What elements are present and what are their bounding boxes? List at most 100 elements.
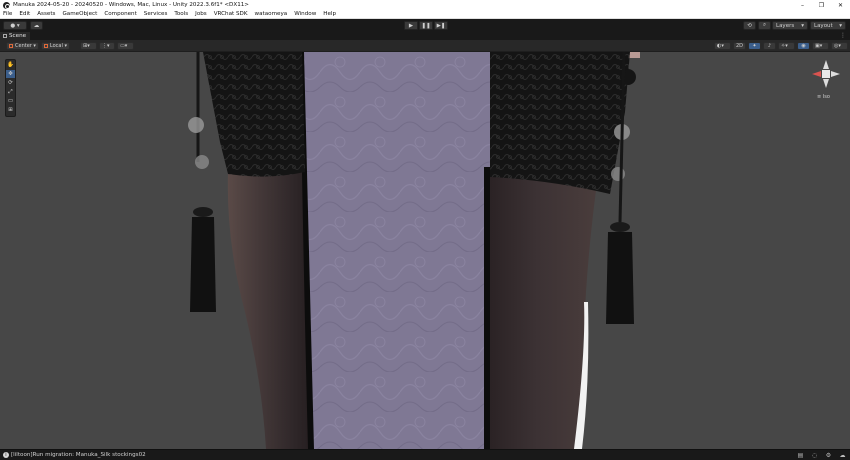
pivot-dropdown[interactable]: Center ▾ <box>6 42 39 50</box>
pause-button[interactable]: ❚❚ <box>419 21 433 30</box>
account-dropdown-icon: ▾ <box>16 22 20 29</box>
2d-label: 2D <box>735 43 744 49</box>
view-options-icon: ▭ <box>120 43 125 49</box>
rect-tool[interactable]: ▭ <box>6 97 15 105</box>
eye-icon: ◉ <box>801 43 806 49</box>
scene-tab-label: Scene <box>9 33 27 39</box>
audio-icon: ♪ <box>767 43 772 49</box>
view-options-button[interactable]: ▭ ▾ <box>117 42 134 50</box>
search-button[interactable]: ⌕ <box>758 21 771 30</box>
maximize-button[interactable]: ❐ <box>812 0 831 10</box>
left-lace-band <box>203 52 305 177</box>
rect-icon: ▭ <box>7 98 14 104</box>
chevron-down-icon: ▾ <box>839 22 842 29</box>
menu-bar: File Edit Assets GameObject Component Se… <box>0 10 850 19</box>
progress-icon[interactable]: ◌ <box>811 452 818 459</box>
orientation-gizmo[interactable] <box>812 60 840 88</box>
tab-scene[interactable]: Scene <box>0 32 30 40</box>
play-button[interactable]: ▶ <box>404 21 418 30</box>
right-piping <box>484 167 490 449</box>
history-button[interactable]: ⟲ <box>743 21 756 30</box>
shading-icon: ◐ <box>717 43 722 49</box>
visibility-toggle[interactable]: ◉ <box>797 42 810 50</box>
window-title-bar: Manuka 2024-05-20 - 20240520 - Windows, … <box>0 0 850 10</box>
gizmos-button[interactable]: ◎ ▾ <box>831 42 848 50</box>
dress-center-panel <box>302 52 490 449</box>
status-message[interactable]: [liltoon]Run migration: Manuka_Silk stoc… <box>11 452 146 458</box>
grid-snap-button[interactable]: ⊞ ▾ <box>80 42 97 50</box>
transform-tool[interactable]: ⊞ <box>6 106 15 114</box>
menu-wataomeya[interactable]: wataomeya <box>255 11 288 17</box>
menu-component[interactable]: Component <box>104 11 136 17</box>
2d-toggle[interactable]: 2D <box>733 42 746 50</box>
cloud-icon: ☁ <box>33 22 40 29</box>
menu-gameobject[interactable]: GameObject <box>62 11 97 17</box>
status-bar: i [liltoon]Run migration: Manuka_Silk st… <box>0 449 850 460</box>
effects-icon: ✧ <box>781 43 786 49</box>
scene-render <box>188 52 840 449</box>
effects-button[interactable]: ✧ ▾ <box>778 42 795 50</box>
collab-icon[interactable]: ☁ <box>839 452 846 459</box>
scale-tool[interactable]: ⤢ <box>6 88 15 96</box>
scale-icon: ⤢ <box>8 88 13 95</box>
audio-toggle[interactable]: ♪ <box>763 42 776 50</box>
scene-toolbar: Center ▾ Local ▾ ⊞ ▾ ⋮ ▾ ▭ ▾ ◐ ▾ 2D ✦ ♪ ✧ ▾ ◉… <box>0 40 850 52</box>
pivot-icon <box>9 44 13 48</box>
rotate-tool[interactable]: ⟳ <box>6 79 15 87</box>
cache-server-icon[interactable]: ▤ <box>797 452 804 459</box>
playmode-controls: ▶ ❚❚ ▶❚ <box>404 21 449 30</box>
cloud-button[interactable]: ☁ <box>30 21 43 30</box>
debug-icon[interactable]: ⚙ <box>825 452 832 459</box>
hand-icon: ✋ <box>7 62 14 68</box>
main-toolbar: ● ▾ ☁ ▶ ❚❚ ▶❚ ⟲ ⌕ Layers ▾ Layout ▾ <box>0 19 850 32</box>
menu-services[interactable]: Services <box>144 11 168 17</box>
account-button[interactable]: ● ▾ <box>3 21 27 30</box>
menu-assets[interactable]: Assets <box>37 11 55 17</box>
menu-file[interactable]: File <box>3 11 12 17</box>
menu-jobs[interactable]: Jobs <box>195 11 207 17</box>
layers-dropdown[interactable]: Layers ▾ <box>772 21 808 30</box>
menu-vrchat-sdk[interactable]: VRChat SDK <box>214 11 248 17</box>
close-button[interactable]: ✕ <box>831 0 850 10</box>
account-icon: ● <box>10 22 16 29</box>
snap-increment-button[interactable]: ⋮ ▾ <box>99 42 115 50</box>
layout-dropdown[interactable]: Layout ▾ <box>810 21 846 30</box>
move-icon: ✥ <box>8 71 13 77</box>
move-tool[interactable]: ✥ <box>6 70 15 78</box>
right-lace-band <box>490 52 630 194</box>
hand-tool[interactable]: ✋ <box>6 61 15 69</box>
menu-window[interactable]: Window <box>294 11 316 17</box>
menu-edit[interactable]: Edit <box>19 11 30 17</box>
camera-icon: ▣ <box>815 43 820 49</box>
info-icon: i <box>3 452 9 458</box>
gizmo-icon: ◎ <box>834 43 839 49</box>
lighting-toggle[interactable]: ✦ <box>748 42 761 50</box>
tab-menu-icon[interactable]: ⋮ <box>840 32 846 39</box>
draw-mode-button[interactable]: ◐ ▾ <box>714 42 731 50</box>
space-icon <box>44 44 48 48</box>
transform-icon: ⊞ <box>8 107 13 113</box>
layout-label: Layout <box>814 22 833 29</box>
menu-tools[interactable]: Tools <box>174 11 188 17</box>
space-label: Local <box>49 43 63 49</box>
tool-palette: ✋ ✥ ⟳ ⤢ ▭ ⊞ <box>5 59 16 117</box>
search-icon: ⌕ <box>762 22 767 28</box>
left-bead-1 <box>188 117 204 133</box>
minimize-button[interactable]: – <box>793 0 812 10</box>
history-icon: ⟲ <box>747 22 752 29</box>
space-dropdown[interactable]: Local ▾ <box>41 42 70 50</box>
scene-icon <box>3 34 7 38</box>
menu-help[interactable]: Help <box>323 11 336 17</box>
right-tassel <box>606 232 634 324</box>
window-controls: – ❐ ✕ <box>793 0 850 10</box>
camera-button[interactable]: ▣ ▾ <box>812 42 829 50</box>
status-icons: ▤ ◌ ⚙ ☁ <box>790 452 846 459</box>
projection-label[interactable]: ≡ Iso <box>817 94 830 100</box>
left-bead-2 <box>195 155 209 169</box>
right-bead-2 <box>611 167 625 181</box>
grid-icon: ⊞ <box>83 43 88 49</box>
layers-label: Layers <box>776 22 795 29</box>
step-button[interactable]: ▶❚ <box>434 21 448 30</box>
scene-viewport[interactable] <box>0 52 850 449</box>
window-title: Manuka 2024-05-20 - 20240520 - Windows, … <box>13 2 249 8</box>
